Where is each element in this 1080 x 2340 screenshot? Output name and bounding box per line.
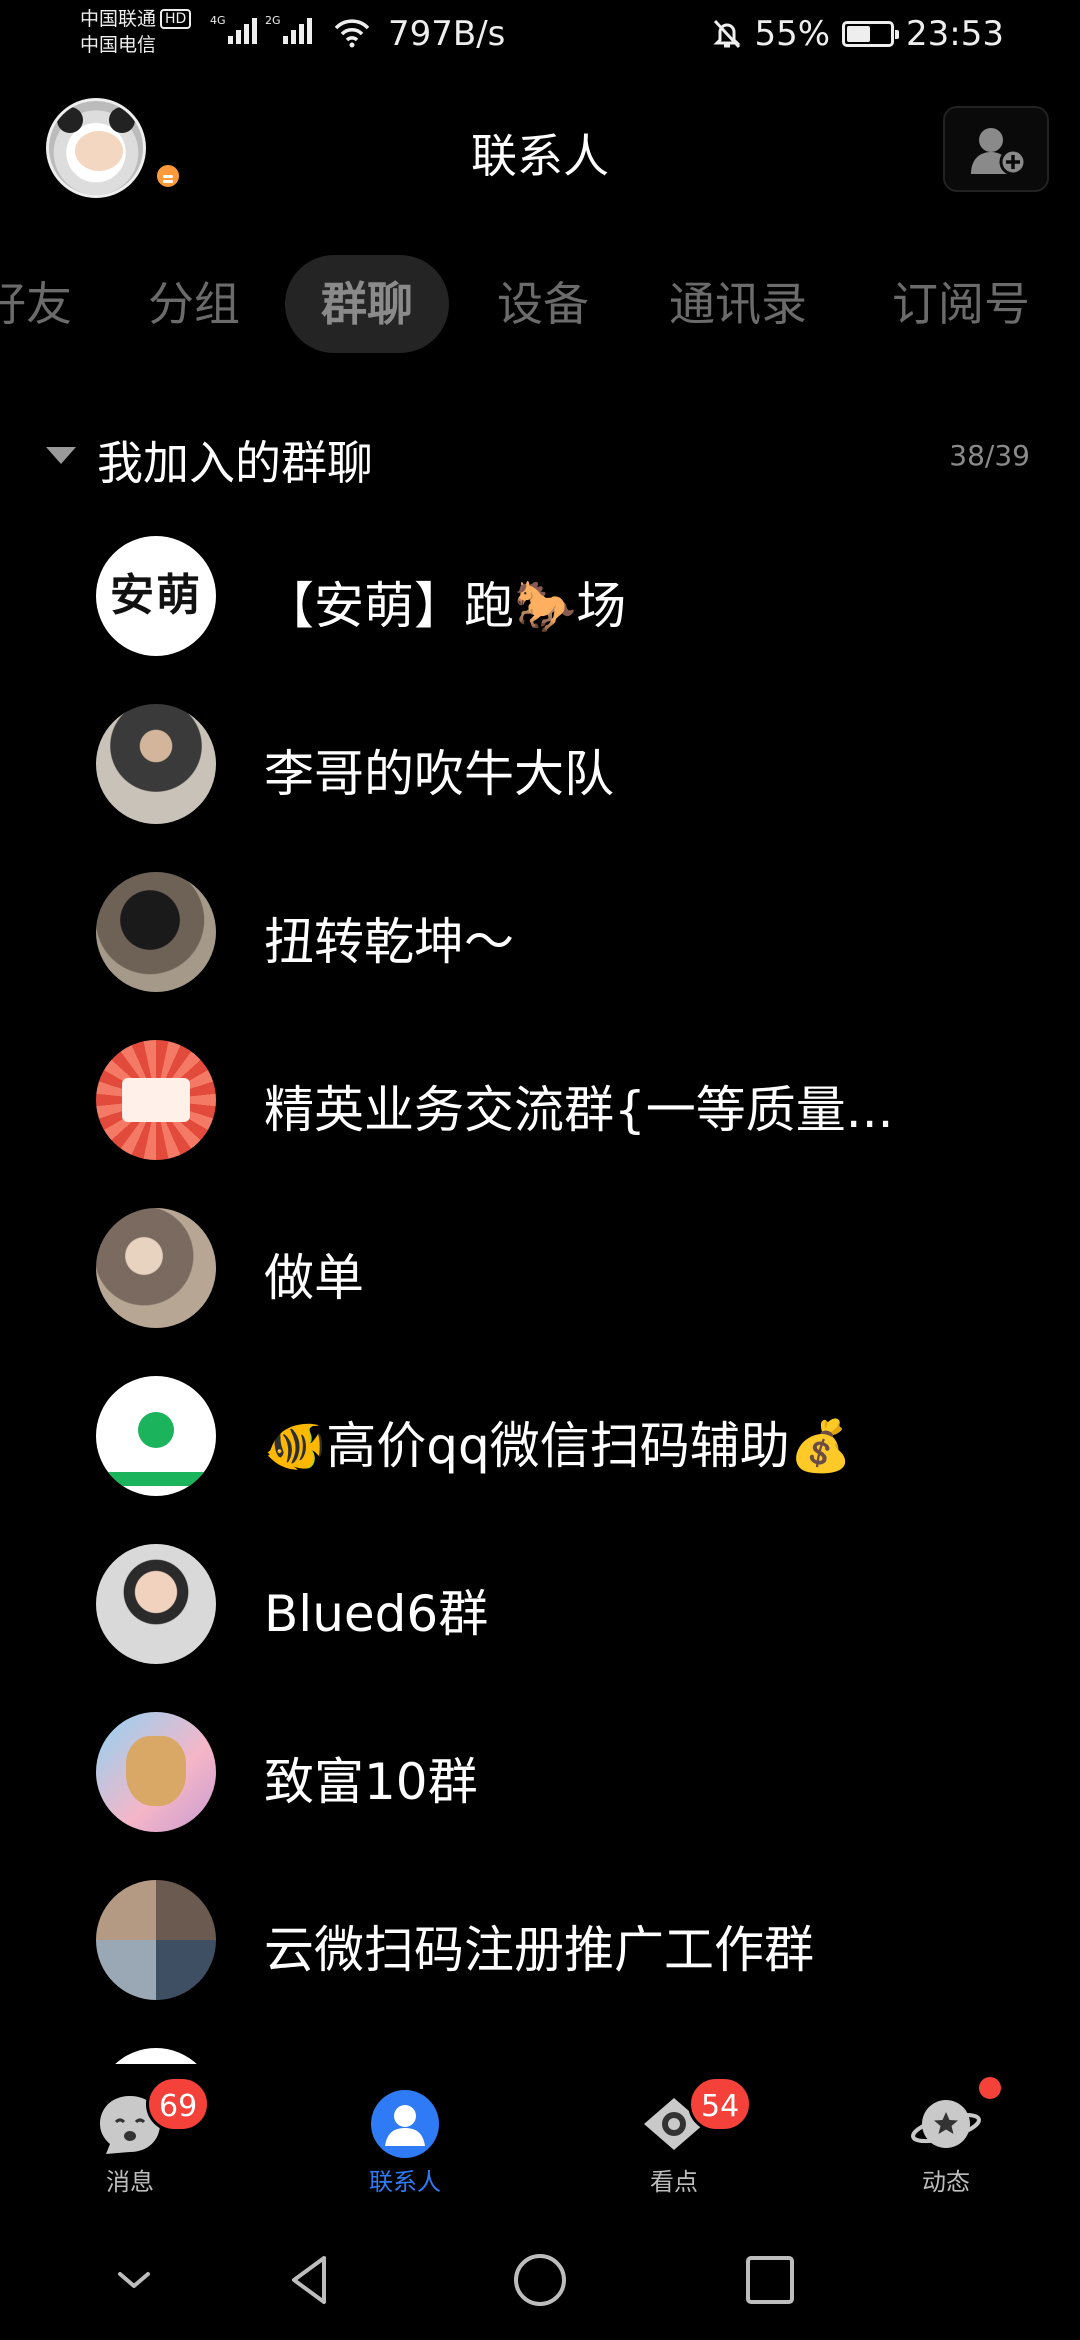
nav-messages[interactable]: 69 消息 <box>60 2076 211 2208</box>
group-avatar <box>96 2048 216 2064</box>
group-name: 李哥的吹牛大队 <box>264 745 614 803</box>
list-item[interactable]: 致富10群 <box>0 1700 1080 1868</box>
group-avatar <box>96 1880 216 2000</box>
clock: 23:53 <box>906 14 1004 54</box>
nav-label: 消息 <box>106 2168 154 2196</box>
list-item[interactable]: 精英业务交流群{一等质量... <box>0 1028 1080 1196</box>
nav-label: 联系人 <box>369 2168 441 2196</box>
group-avatar <box>96 1040 216 1160</box>
unread-badge: 54 <box>688 2076 753 2132</box>
group-name: Blued6群 <box>264 1585 489 1643</box>
nav-label: 动态 <box>922 2168 970 2196</box>
group-name: 做单 <box>264 1249 364 1307</box>
tab-subscriptions[interactable]: 订阅号 <box>892 255 1030 353</box>
group-avatar <box>96 1544 216 1664</box>
group-list: 安萌 【安萌】跑🐎场 李哥的吹牛大队 扭转乾坤～ 精英业务交流群{一等质量...… <box>0 524 1080 2064</box>
nav-feed[interactable]: 动态 <box>876 2074 1016 2208</box>
section-header[interactable]: 我加入的群聊 38/39 <box>0 415 1080 495</box>
status-bar: 中国联通 HD 中国电信 4G 2G 797B/s 55% 23:53 <box>0 0 1080 78</box>
tab-address-book[interactable]: 通讯录 <box>669 255 807 353</box>
group-avatar <box>96 1208 216 1328</box>
tab-friends[interactable]: 好友 <box>0 255 72 353</box>
battery-fill <box>847 26 871 42</box>
group-name: 精英业务交流群{一等质量... <box>264 1081 894 1139</box>
list-item[interactable]: 安萌 【安萌】跑🐎场 <box>0 524 1080 692</box>
nav-discover[interactable]: 54 看点 <box>604 2076 753 2208</box>
carrier-1: 中国联通 <box>80 8 157 30</box>
battery-percent: 55% <box>754 14 831 54</box>
signal-icons: 4G 2G <box>210 14 312 44</box>
contacts-person-icon <box>371 2090 439 2158</box>
group-name: 【安萌】跑🐎场 <box>264 577 627 635</box>
list-item[interactable]: 李哥的吹牛大队 <box>0 692 1080 860</box>
recent-apps-square-icon[interactable] <box>740 2250 800 2310</box>
home-circle-icon[interactable] <box>510 2250 570 2310</box>
new-activity-dot <box>976 2074 1004 2102</box>
back-triangle-icon[interactable] <box>280 2250 340 2310</box>
header: 联系人 <box>0 78 1080 228</box>
page-title: 联系人 <box>471 129 609 183</box>
list-item[interactable]: 做单 <box>0 1196 1080 1364</box>
network-speed: 797B/s <box>388 14 506 54</box>
list-item[interactable]: 云微扫码注册推广工作群 <box>0 1868 1080 2036</box>
signal-type-2: 2G <box>265 14 281 27</box>
tab-group-chats[interactable]: 群聊 <box>285 255 449 353</box>
group-avatar: 安萌 <box>96 536 216 656</box>
battery-icon <box>842 21 900 47</box>
section-title: 我加入的群聊 <box>97 436 373 490</box>
status-right: 55% 23:53 <box>712 14 1004 54</box>
signal-type-1: 4G <box>210 14 226 27</box>
add-contact-icon <box>971 128 1027 176</box>
contact-tabs: 好友 分组 群聊 设备 通讯录 订阅号 <box>0 255 1080 355</box>
unread-badge: 69 <box>146 2076 211 2132</box>
expand-triangle-icon[interactable] <box>46 447 76 464</box>
list-item[interactable]: 🐠高价qq微信扫码辅助💰 <box>0 1364 1080 1532</box>
wifi-icon <box>334 19 370 48</box>
group-count: 38/39 <box>949 439 1030 472</box>
collapse-chevron-icon[interactable] <box>104 2250 164 2310</box>
add-contact-button[interactable] <box>943 106 1049 192</box>
group-name: 致富10群 <box>264 1753 478 1811</box>
mute-bell-icon <box>713 19 742 49</box>
list-item[interactable]: Blued6群 <box>0 1532 1080 1700</box>
group-avatar <box>96 704 216 824</box>
bottom-nav: 69 消息 联系人 54 看点 动态 <box>0 2064 1080 2214</box>
group-name: 🐠高价qq微信扫码辅助💰 <box>264 1417 852 1475</box>
group-avatar <box>96 1712 216 1832</box>
nav-contacts[interactable]: 联系人 <box>335 2088 475 2208</box>
list-item[interactable] <box>0 2036 1080 2064</box>
carrier-2: 中国电信 <box>80 34 157 56</box>
carrier-info: 中国联通 HD 中国电信 <box>80 6 192 58</box>
group-avatar <box>96 872 216 992</box>
signal-icon: 4G <box>210 14 257 44</box>
nav-label: 看点 <box>650 2168 698 2196</box>
group-name: 云微扫码注册推广工作群 <box>264 1921 814 1979</box>
tab-groups-category[interactable]: 分组 <box>148 255 240 353</box>
list-item[interactable]: 扭转乾坤～ <box>0 860 1080 1028</box>
group-avatar <box>96 1376 216 1496</box>
signal-icon: 2G <box>265 14 312 44</box>
tab-devices[interactable]: 设备 <box>497 255 589 353</box>
system-navigation-bar <box>0 2214 1080 2340</box>
group-name: 扭转乾坤～ <box>264 913 514 971</box>
planet-star-icon <box>911 2100 981 2148</box>
hd-badge: HD <box>160 9 192 29</box>
